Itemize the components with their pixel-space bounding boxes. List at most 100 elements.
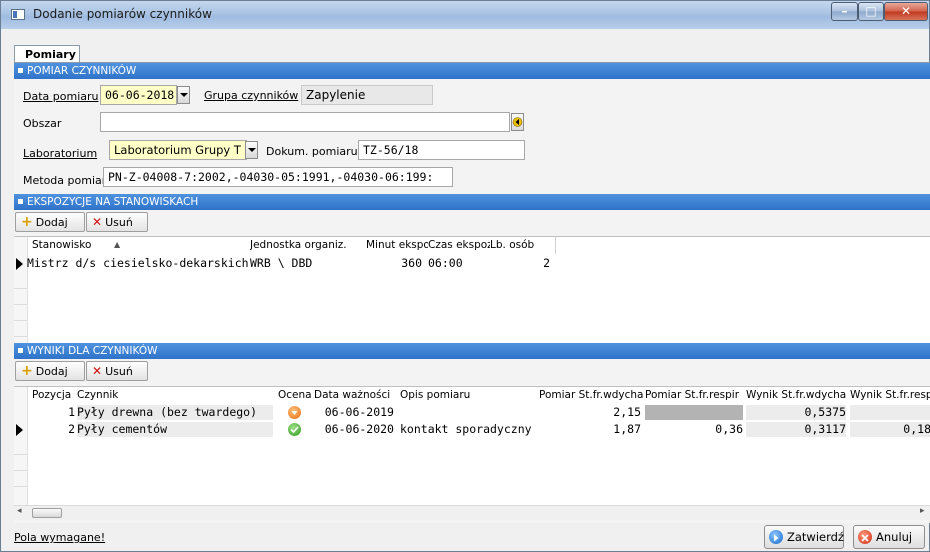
- tab-pomiary[interactable]: Pomiary: [14, 45, 80, 63]
- cell-pozycja: 2: [68, 422, 75, 436]
- confirm-button[interactable]: Zatwierdź: [764, 525, 844, 549]
- green-check-icon: [288, 423, 301, 436]
- remove-label: Usuń: [105, 365, 133, 378]
- collapse-icon: [18, 348, 23, 353]
- section-title: EKSPOZYCJE NA STANOWISKACH: [27, 196, 199, 208]
- lookup-arrow-icon: [512, 117, 523, 127]
- obszar-label: Obszar: [23, 117, 62, 130]
- cell-pomiar-respir: 0,36: [715, 422, 743, 436]
- cancel-button[interactable]: Anuluj: [853, 525, 925, 549]
- maximize-button[interactable]: □: [858, 2, 884, 21]
- cell-czynnik: Pyły cementów: [77, 422, 273, 437]
- ekspozycje-grid[interactable]: Stanowisko ▲ Jednostka organiz. Minut ek…: [14, 236, 930, 343]
- col-lb-osob[interactable]: Lb. osób: [490, 239, 534, 251]
- col-minut-ekspo[interactable]: Minut ekspo: [366, 239, 428, 251]
- row-line: [14, 486, 27, 487]
- col-stanowisko[interactable]: Stanowisko: [32, 239, 91, 251]
- col-wynik-wdycha[interactable]: Wynik St.fr.wdycha: [746, 389, 850, 401]
- section-title: WYNIKI DLA CZYNNIKÓW: [27, 345, 158, 357]
- row-line: [14, 320, 27, 321]
- section-header-ekspozycje[interactable]: EKSPOZYCJE NA STANOWISKACH: [14, 194, 930, 210]
- cell-czas: 06:00: [428, 256, 463, 270]
- obszar-lookup-button[interactable]: [511, 113, 524, 131]
- dokum-pomiaru-label: Dokum. pomiaru: [266, 145, 358, 158]
- col-data-waznosci[interactable]: Data ważności: [314, 389, 390, 401]
- confirm-label: Zatwierdź: [787, 530, 844, 544]
- row-line: [14, 454, 27, 455]
- col-pomiar-respir[interactable]: Pomiar St.fr.respir: [645, 389, 746, 401]
- scroll-right-icon[interactable]: ▸: [920, 506, 925, 516]
- table-row[interactable]: 2 Pyły cementów 06-06-2020 kontakt spora…: [14, 422, 930, 438]
- col-pomiar-wdycha[interactable]: Pomiar St.fr.wdycha: [539, 389, 645, 401]
- orange-down-arrow-icon: [288, 406, 301, 419]
- obszar-field[interactable]: [100, 112, 510, 132]
- plus-icon: +: [21, 214, 33, 230]
- cell-wynik-wdycha: 0,3117: [746, 422, 846, 437]
- remove-wynik-button[interactable]: ✕ Usuń: [86, 361, 148, 381]
- date-dropdown-button[interactable]: [177, 86, 190, 104]
- current-row-icon: [16, 424, 23, 436]
- section-header-pomiar[interactable]: POMIAR CZYNNIKÓW: [14, 63, 930, 79]
- metoda-pomiaru-label: Metoda pomiaru: [23, 174, 114, 187]
- close-button[interactable]: ✕: [884, 2, 928, 21]
- cell-pomiar-respir: [645, 405, 743, 420]
- scroll-left-icon[interactable]: ◂: [17, 506, 22, 516]
- cell-data-waznosci: 06-06-2019: [324, 405, 394, 419]
- cell-jednostka: WRB \ DBD: [250, 256, 313, 270]
- col-czynnik[interactable]: Czynnik: [77, 389, 118, 401]
- required-fields-link[interactable]: Pola wymagane!: [14, 531, 105, 544]
- add-wynik-button[interactable]: + Dodaj: [15, 361, 85, 381]
- add-ekspozycja-button[interactable]: + Dodaj: [15, 212, 85, 232]
- table-row[interactable]: 1 Pyły drewna (bez twardego) 06-06-2019 …: [14, 405, 930, 421]
- laboratorium-field[interactable]: Laboratorium Grupy T: [109, 140, 247, 160]
- col-pozycja[interactable]: Pozycja: [32, 389, 71, 401]
- grupa-czynnikow-field: Zapylenie: [301, 85, 433, 105]
- laboratorium-dropdown-button[interactable]: [245, 141, 258, 159]
- app-icon: [11, 9, 25, 20]
- col-jednostka[interactable]: Jednostka organiz.: [250, 239, 347, 251]
- col-ocena[interactable]: Ocena: [278, 389, 312, 401]
- title-bar[interactable]: Dodanie pomiarów czynników – □ ✕: [1, 1, 929, 29]
- dokum-pomiaru-field[interactable]: TZ-56/18: [358, 140, 525, 160]
- cell-opis: [400, 405, 536, 420]
- data-pomiaru-label[interactable]: Data pomiaru: [23, 90, 98, 103]
- metoda-pomiaru-field[interactable]: PN-Z-04008-7:2002,-04030-05:1991,-04030-…: [103, 167, 453, 187]
- cell-data-waznosci: 06-06-2020: [324, 422, 394, 436]
- cell-lb-osob: 2: [543, 256, 550, 270]
- collapse-icon: [18, 68, 23, 73]
- row-indicator-column: [14, 237, 28, 343]
- row-line: [14, 336, 27, 337]
- table-row[interactable]: Mistrz d/s ciesielsko-dekarskich WRB \ D…: [14, 256, 930, 272]
- scrollbar-thumb[interactable]: [32, 508, 62, 518]
- cell-wynik-respi: [850, 405, 930, 420]
- dialog-window: Dodanie pomiarów czynników – □ ✕ Pomiary…: [0, 0, 930, 552]
- row-line: [14, 304, 27, 305]
- blue-arrow-icon: [769, 530, 783, 544]
- section-header-wyniki[interactable]: WYNIKI DLA CZYNNIKÓW: [14, 343, 930, 359]
- col-czas-ekspoz[interactable]: Czas ekspoz: [428, 239, 490, 251]
- cell-opis: kontakt sporadyczny: [400, 422, 532, 436]
- horizontal-scrollbar[interactable]: ◂ ▸: [14, 505, 930, 520]
- x-icon: ✕: [92, 215, 103, 229]
- wyniki-grid[interactable]: Pozycja Czynnik Ocena Data ważności Opis…: [14, 386, 930, 506]
- grupa-czynnikow-label[interactable]: Grupa czynników: [204, 89, 298, 102]
- laboratorium-label[interactable]: Laboratorium: [23, 147, 97, 160]
- col-wynik-respi[interactable]: Wynik St.fr.respi: [850, 389, 930, 401]
- cell-pozycja: 1: [68, 405, 75, 419]
- red-x-icon: [858, 530, 872, 544]
- cell-wynik-respi: 0,18: [850, 422, 930, 437]
- data-pomiaru-field[interactable]: 06-06-2018: [100, 85, 177, 105]
- cell-pomiar-wdycha: 2,15: [613, 405, 641, 419]
- collapse-icon: [18, 199, 23, 204]
- plus-icon: +: [21, 363, 33, 379]
- cancel-label: Anuluj: [876, 530, 913, 544]
- remove-ekspozycja-button[interactable]: ✕ Usuń: [86, 212, 148, 232]
- minimize-button[interactable]: –: [831, 2, 858, 21]
- section-title: POMIAR CZYNNIKÓW: [27, 65, 137, 77]
- col-divider: [555, 237, 556, 254]
- add-label: Dodaj: [35, 365, 68, 378]
- current-row-icon: [16, 258, 23, 270]
- col-opis-pomiaru[interactable]: Opis pomiaru: [400, 389, 470, 401]
- sort-asc-icon: ▲: [114, 240, 121, 249]
- remove-label: Usuń: [105, 216, 133, 229]
